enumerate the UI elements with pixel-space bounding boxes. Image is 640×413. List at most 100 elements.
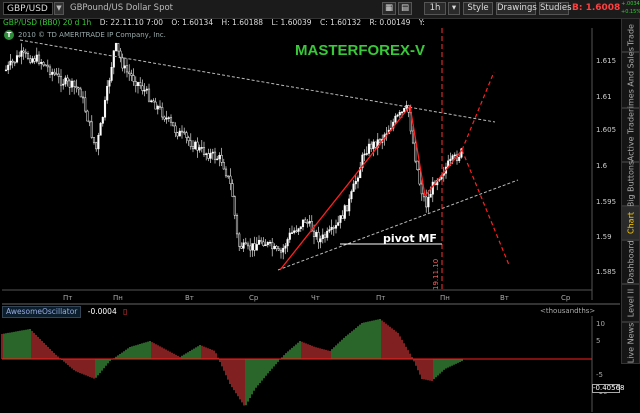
oscillator-settings-icon[interactable]: ▯ <box>123 307 127 316</box>
candle-body <box>196 141 199 151</box>
candle-body <box>183 131 186 134</box>
candle-body <box>218 154 221 160</box>
candle-body <box>304 219 307 223</box>
candle-body <box>200 147 203 149</box>
candle-body <box>51 71 54 75</box>
side-tab-level-ii[interactable]: Level II <box>621 284 640 322</box>
date-marker-label: 19.11.10 <box>432 258 440 290</box>
candlesticks <box>4 42 463 260</box>
candle-body <box>44 64 47 67</box>
candle-body <box>449 158 452 162</box>
projection-down-line <box>461 149 510 266</box>
candle-body <box>275 245 278 249</box>
candle-body <box>213 151 217 160</box>
oscillator-axis-label: 10 <box>596 320 605 328</box>
candle-body <box>394 115 397 123</box>
side-tab-chart[interactable]: Chart <box>621 206 640 240</box>
candle-body <box>4 69 8 72</box>
candle-body <box>266 242 269 246</box>
candle-body <box>453 154 456 157</box>
side-tab-active-trader[interactable]: Active Trader <box>621 108 640 162</box>
side-tab-times-and-sales[interactable]: Times And Sales <box>621 47 640 113</box>
price-chart[interactable] <box>0 0 640 413</box>
red-recovery-line <box>424 149 463 197</box>
candle-body <box>403 108 406 113</box>
candle-body <box>178 130 181 137</box>
candle-body <box>273 245 276 250</box>
candle-body <box>224 168 228 177</box>
time-axis-label: Пт <box>376 294 386 302</box>
candle-body <box>117 43 120 52</box>
side-tab-live-news[interactable]: Live News <box>621 322 640 364</box>
candle-body <box>334 225 338 229</box>
candle-body <box>77 87 80 90</box>
candle-body <box>308 221 311 224</box>
candle-body <box>367 143 371 154</box>
candle-body <box>103 99 107 118</box>
candle-body <box>293 230 296 233</box>
candle-body <box>323 234 327 238</box>
masterforex-title: MASTERFOREX-V <box>295 42 426 59</box>
candle-body <box>365 153 368 155</box>
side-tab-dashboard[interactable]: Dashboard <box>621 240 640 284</box>
candle-body <box>150 100 153 103</box>
candle-body <box>158 105 162 108</box>
candle-body <box>299 226 302 229</box>
price-axis-label: 1.605 <box>596 126 617 134</box>
candle-body <box>425 196 428 208</box>
candle-body <box>90 121 93 138</box>
red-drop-line <box>409 105 426 197</box>
candle-body <box>84 97 87 112</box>
candle-body <box>398 111 401 116</box>
candle-body <box>7 64 10 71</box>
candle-body <box>66 77 69 82</box>
candle-body <box>191 146 195 150</box>
side-tab-label: Active Trader <box>626 108 635 162</box>
candle-body <box>356 177 360 182</box>
candle-body <box>288 232 291 240</box>
candle-body <box>268 241 272 244</box>
candle-body <box>136 82 140 86</box>
candle-body <box>207 153 210 159</box>
oscillator-header: AwesomeOscillator -0.0004 ▯ <box>2 306 127 318</box>
candle-body <box>249 245 252 251</box>
time-axis-label: Ср <box>561 294 571 302</box>
candle-body <box>343 205 346 219</box>
candle-body <box>114 43 118 51</box>
oscillator-units: <thousandths> <box>540 307 596 315</box>
candle-body <box>31 58 34 63</box>
side-tab-big-buttons[interactable]: Big Buttons <box>621 161 640 207</box>
time-axis-label: Чт <box>311 294 320 302</box>
oscillator-axis-label: -5 <box>596 371 603 379</box>
candle-body <box>227 175 230 178</box>
candle-body <box>321 234 324 239</box>
candle-body <box>260 239 263 243</box>
projection-up-line <box>461 71 495 151</box>
candle-body <box>420 183 423 195</box>
side-tab-label: Times And Sales <box>626 47 635 113</box>
candle-body <box>108 80 111 87</box>
candle-body <box>15 55 19 63</box>
candle-body <box>411 130 415 144</box>
candle-body <box>198 147 201 151</box>
candle-body <box>416 160 419 170</box>
candle-body <box>62 83 65 86</box>
candle-body <box>257 239 261 245</box>
time-axis-label: Пт <box>63 294 73 302</box>
candle-body <box>251 243 254 251</box>
price-axis-label: 1.6 <box>596 162 608 170</box>
candle-body <box>348 198 351 212</box>
candle-body <box>235 215 239 235</box>
oscillator-name[interactable]: AwesomeOscillator <box>2 306 82 318</box>
candle-body <box>99 123 102 136</box>
candle-body <box>279 249 283 253</box>
candle-body <box>187 137 190 142</box>
candle-body <box>169 117 173 123</box>
candle-body <box>282 247 285 253</box>
candle-body <box>97 135 100 150</box>
candle-body <box>328 229 331 232</box>
candle-body <box>301 219 305 228</box>
candle-body <box>101 116 104 124</box>
candle-body <box>202 147 206 155</box>
oscillator-current-label: -0.40568 <box>592 384 625 393</box>
